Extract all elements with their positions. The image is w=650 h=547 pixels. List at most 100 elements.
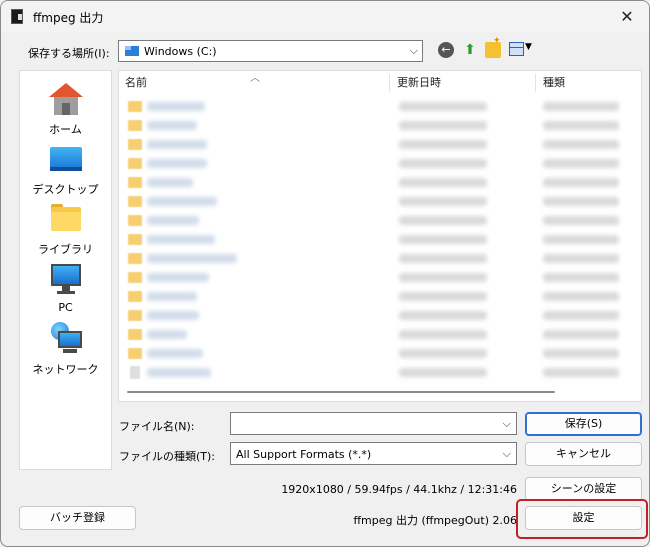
file-type-redacted [543, 273, 619, 282]
settings-highlight-box [516, 499, 648, 539]
file-name-redacted [147, 311, 199, 320]
file-row[interactable] [119, 97, 641, 116]
cancel-button[interactable]: キャンセル [525, 442, 642, 466]
file-row[interactable] [119, 249, 641, 268]
save-button[interactable]: 保存(S) [525, 412, 642, 436]
place-libraries[interactable]: ライブラリ [20, 201, 111, 257]
up-arrow-icon: ⬆ [464, 42, 476, 58]
title-bar: ffmpeg 出力 ✕ [1, 1, 649, 32]
horizontal-scrollbar[interactable] [119, 384, 641, 401]
file-type-redacted [543, 235, 619, 244]
place-label: ライブラリ [38, 243, 93, 256]
file-name-redacted [147, 178, 193, 187]
file-date-redacted [399, 235, 487, 244]
new-folder-button[interactable] [485, 36, 501, 58]
place-pc[interactable]: PC [20, 261, 111, 314]
file-date-redacted [399, 254, 487, 263]
folder-icon [128, 348, 142, 359]
column-modified[interactable]: 更新日時 [391, 71, 535, 95]
file-type-redacted [543, 254, 619, 263]
filetype-select[interactable]: All Support Formats (*.*) ⌵ [230, 442, 517, 465]
file-name-redacted [147, 197, 217, 206]
location-value: Windows (C:) [144, 45, 217, 58]
file-date-redacted [399, 197, 487, 206]
file-row[interactable] [119, 363, 641, 382]
file-row[interactable] [119, 154, 641, 173]
place-desktop[interactable]: デスクトップ [20, 141, 111, 197]
folder-icon [128, 120, 142, 131]
file-name-redacted [147, 254, 237, 263]
file-name-redacted [147, 368, 211, 377]
file-row[interactable] [119, 135, 641, 154]
file-type-redacted [543, 178, 619, 187]
network-icon [48, 321, 84, 357]
location-combo[interactable]: Windows (C:) ⌵ [118, 40, 423, 62]
file-list-header: ︿ 名前 更新日時 種類 [119, 71, 641, 95]
file-row[interactable] [119, 287, 641, 306]
file-row[interactable] [119, 230, 641, 249]
file-date-redacted [399, 292, 487, 301]
place-label: デスクトップ [32, 183, 99, 196]
file-date-redacted [399, 102, 487, 111]
desktop-icon [48, 141, 84, 177]
file-row[interactable] [119, 192, 641, 211]
view-menu-button[interactable]: ▼ [509, 42, 533, 58]
file-name-redacted [147, 121, 197, 130]
column-name[interactable]: 名前 [119, 71, 389, 95]
folder-icon [128, 272, 142, 283]
file-date-redacted [399, 368, 487, 377]
back-button[interactable]: ← [438, 42, 454, 58]
file-type-redacted [543, 292, 619, 301]
file-type-redacted [543, 102, 619, 111]
place-label: ネットワーク [32, 363, 99, 376]
folder-icon [128, 253, 142, 264]
file-type-redacted [543, 121, 619, 130]
close-button[interactable]: ✕ [613, 5, 641, 29]
filename-input[interactable]: ⌵ [230, 412, 517, 435]
place-home[interactable]: ホーム [20, 81, 111, 137]
folder-icon [128, 329, 142, 340]
folder-icon [128, 139, 142, 150]
file-name-redacted [147, 140, 207, 149]
file-type-redacted [543, 159, 619, 168]
scrollbar-thumb[interactable] [127, 391, 555, 393]
file-name-redacted [147, 292, 197, 301]
folder-icon [128, 177, 142, 188]
up-folder-button[interactable]: ⬆ [462, 41, 478, 59]
file-list[interactable]: ︿ 名前 更新日時 種類 [118, 70, 642, 402]
location-label: 保存する場所(I): [28, 47, 110, 60]
file-row[interactable] [119, 116, 641, 135]
back-arrow-icon: ← [441, 43, 451, 56]
folder-icon [48, 201, 84, 237]
drive-icon [125, 46, 139, 56]
file-row[interactable] [119, 173, 641, 192]
folder-icon [128, 234, 142, 245]
file-row[interactable] [119, 344, 641, 363]
view-list-icon [509, 42, 524, 56]
file-name-redacted [147, 349, 203, 358]
app-icon [11, 9, 23, 24]
file-date-redacted [399, 349, 487, 358]
file-name-redacted [147, 235, 215, 244]
file-date-redacted [399, 311, 487, 320]
file-date-redacted [399, 216, 487, 225]
file-date-redacted [399, 178, 487, 187]
places-bar: ホーム デスクトップ ライブラリ PC ネットワーク [19, 70, 112, 470]
place-network[interactable]: ネットワーク [20, 321, 111, 377]
window-title: ffmpeg 出力 [33, 11, 104, 25]
file-date-redacted [399, 159, 487, 168]
file-type-redacted [543, 216, 619, 225]
column-type[interactable]: 種類 [537, 71, 641, 95]
file-type-redacted [543, 330, 619, 339]
file-row[interactable] [119, 325, 641, 344]
scene-settings-button[interactable]: シーンの設定 [525, 477, 642, 501]
place-label: PC [58, 301, 73, 314]
file-name-redacted [147, 102, 205, 111]
file-row[interactable] [119, 268, 641, 287]
file-row[interactable] [119, 211, 641, 230]
close-icon: ✕ [620, 7, 634, 26]
file-date-redacted [399, 121, 487, 130]
batch-register-button[interactable]: バッチ登録 [19, 506, 136, 530]
file-date-redacted [399, 140, 487, 149]
file-row[interactable] [119, 306, 641, 325]
